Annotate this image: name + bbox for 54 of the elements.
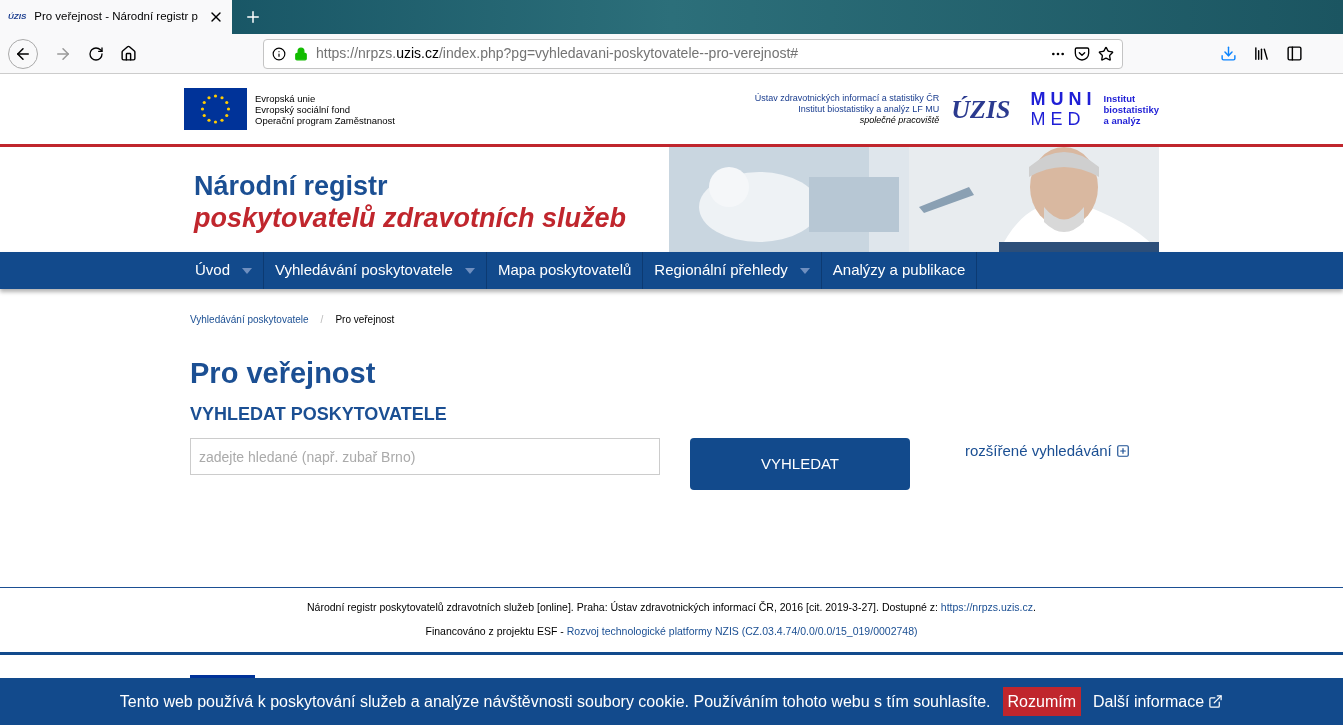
eu-text: Evropská unie [255,92,317,104]
uzis-logo: ÚZIS [951,93,1011,126]
sidebar-icon[interactable] [1286,45,1303,62]
nav-item[interactable]: Vyhledávání poskytovatele [264,252,487,289]
institute-text: Institut [1103,92,1137,104]
breadcrumb-separator: / [320,313,324,327]
plus-icon [1115,444,1130,459]
eu-text: Evropský sociální fond [255,103,352,115]
accept-button[interactable]: Rozumím [1002,687,1081,716]
more-info-link[interactable]: Další informace [1093,689,1224,714]
info-icon [272,46,286,61]
eu-text: Operační program Zaměstnanost [255,114,395,126]
external-link-icon [1208,694,1224,709]
nav-item[interactable]: Mapa poskytovatelů [486,252,644,289]
search-field[interactable]: zadejte hledané (např. zubař Brno) [190,438,660,475]
address-bar[interactable]: https://nrpzs.uzis.cz/index.php?pg=vyhledavani-poskytovatele--pro-verejnost# [263,38,1123,69]
bookmark-star-icon[interactable] [1098,45,1114,62]
new-tab-icon[interactable] [244,8,262,26]
partner-text: Ústav zdravotnických informací a statistiky ČR [754,92,940,104]
reload-icon[interactable] [88,45,104,62]
nav-item[interactable]: Analýzy a publikace [821,252,978,289]
nav-item[interactable]: Regionální přehledy [643,252,822,289]
registry-title: Národní registr [194,169,389,202]
search-heading: VYHLEDAT POSKYTOVATELE [190,403,448,426]
download-icon[interactable] [1220,45,1237,62]
institute-text: biostatistiky [1103,103,1159,115]
search-button[interactable]: VYHLEDAT [690,438,910,490]
nav-item[interactable]: Úvod [184,252,265,289]
institute-text: a analýz [1103,114,1141,126]
tab-title: Pro veřejnost - Národní registr p [34,9,199,25]
med-logo: M E D [1030,109,1082,129]
page-title: Pro veřejnost [190,356,377,391]
registry-subtitle: poskytovatelů zdravotních služeb [194,201,627,234]
lock-icon [294,46,308,61]
partner-note: společné pracoviště [859,114,940,126]
caret-icon [464,267,475,274]
library-icon[interactable] [1253,45,1270,62]
partner-text: Institut biostatistiky a analýz LF MU [798,103,940,115]
funding-text: Financováno z projektu ESF - Rozvoj technologické platformy NZIS (CZ.03.4.74/0.0/0.0/15_019/0002748) [425,623,918,639]
breadcrumb-current: Pro veřejnost [335,313,395,327]
home-icon[interactable] [120,45,137,62]
site-icon: ÚZIS [8,11,27,23]
funding-link[interactable]: Rozvoj technologické platformy NZIS (CZ.03.4.74/0.0/0.0/15_019/0002748) [566,624,918,637]
citation-text: Národní registr poskytovatelů zdravotních služeb [online]. Praha: Ústav zdravotnických informací ČR, 2016 [cit. 2019-3-27]. Dostupné z: https://nrpzs.uzis.cz. [307,600,1036,615]
eu-flag-icon [184,88,247,130]
browser-tab[interactable]: ÚZIS Pro veřejnost - Národní registr p [0,0,232,34]
muni-logo: M U N I [1030,89,1092,109]
cookie-text: Tento web používá k poskytování služeb a analýze návštěvnosti soubory cookie. Používáním tohoto webu s tím souhlasíte. [119,691,991,712]
breadcrumb-link[interactable]: Vyhledávání poskytovatele [190,312,309,327]
caret-icon [242,267,253,274]
url-text: https://nrpzs.uzis.cz/index.php?pg=vyhledavani-poskytovatele--pro-verejnost# [316,44,800,63]
advanced-search-link[interactable]: rozšířené vyhledávání [965,440,1130,463]
caret-icon [799,267,810,274]
pocket-icon[interactable] [1074,45,1090,62]
